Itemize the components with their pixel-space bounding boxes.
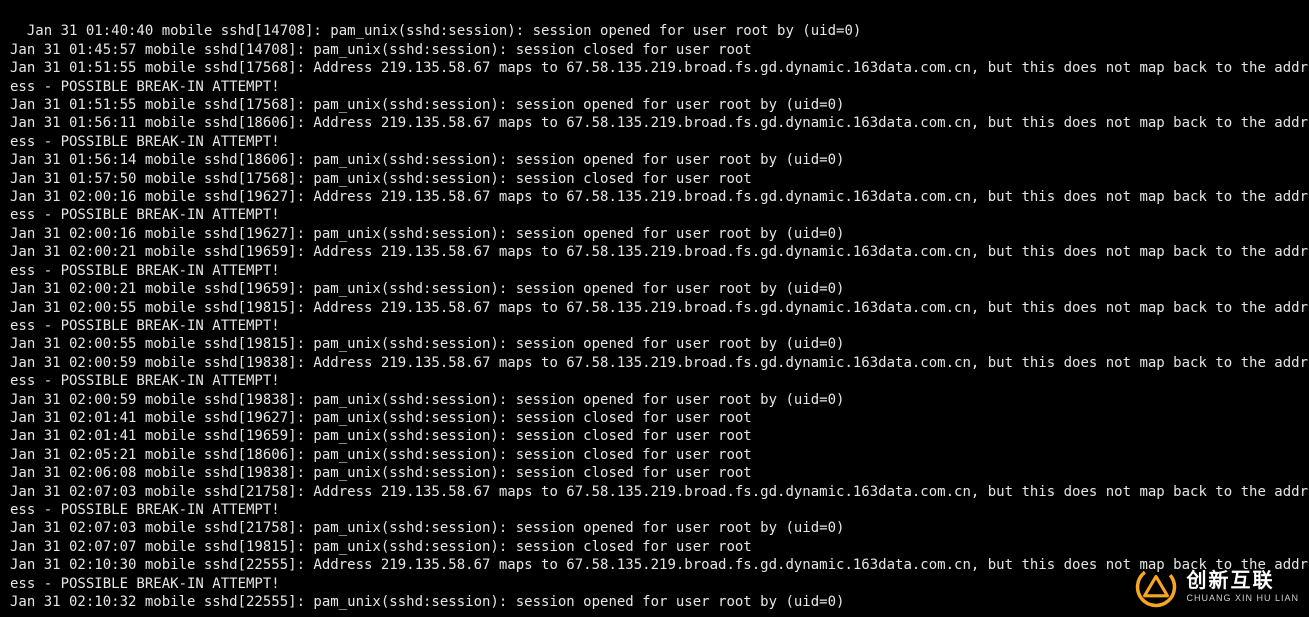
- watermark-title: 创新互联: [1186, 571, 1299, 591]
- watermark-subtitle: CHUANG XIN HU LIAN: [1186, 594, 1299, 603]
- terminal-output[interactable]: Jan 31 01:40:40 mobile sshd[14708]: pam_…: [0, 0, 1309, 617]
- log-lines: Jan 31 01:40:40 mobile sshd[14708]: pam_…: [10, 23, 1308, 610]
